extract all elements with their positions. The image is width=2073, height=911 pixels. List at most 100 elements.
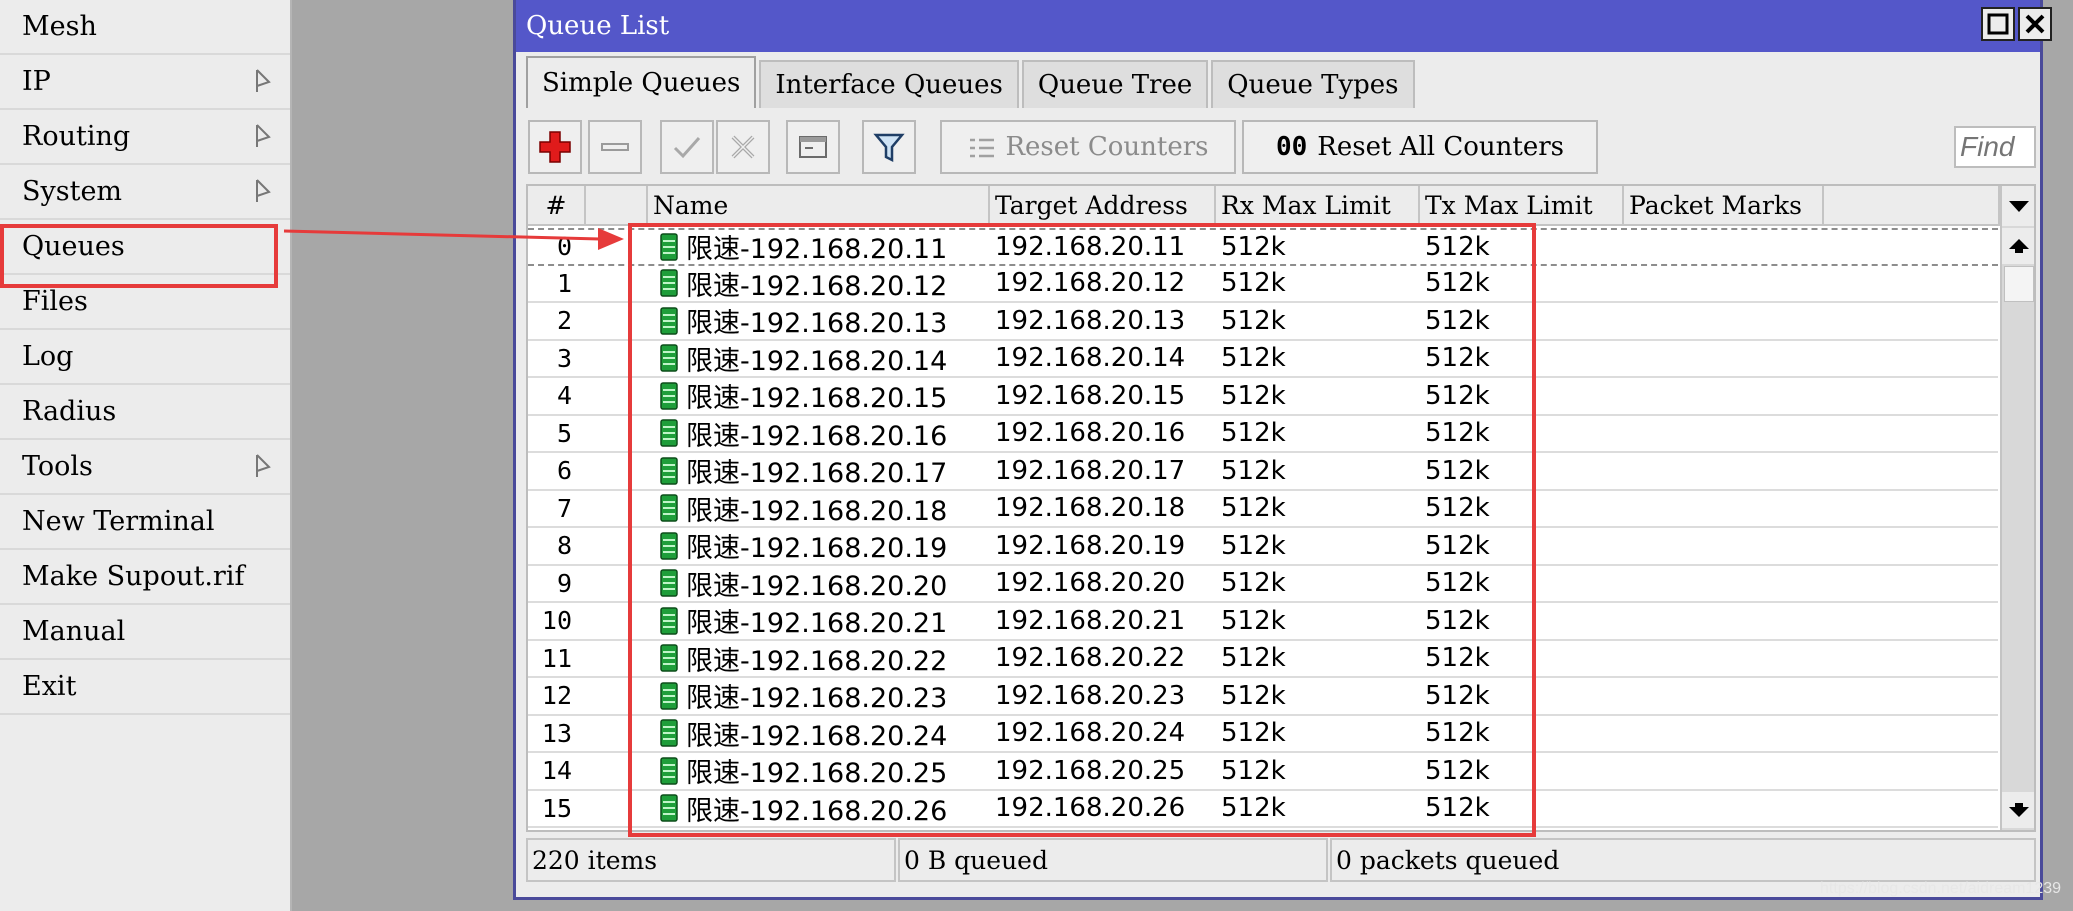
row-number: 8	[556, 531, 572, 561]
check-icon	[673, 137, 701, 159]
row-number: 12	[541, 681, 572, 711]
status-bar: 220 items 0 B queued 0 packets queued	[526, 838, 2036, 882]
remove-button[interactable]	[588, 120, 642, 174]
menu-item-log[interactable]: Log	[0, 330, 290, 385]
scroll-up-button[interactable]	[2002, 228, 2034, 264]
reset-counters-label: Reset Counters	[1005, 132, 1209, 162]
menu-highlight-annotation	[0, 224, 278, 288]
main-menu: Mesh IP Routing System Queues Files Log Radius T…	[0, 0, 292, 911]
arrow-down-icon	[2009, 803, 2029, 817]
row-number: 11	[541, 643, 572, 673]
row-number: 7	[556, 493, 572, 523]
reset-counters-button[interactable]: Reset Counters	[940, 120, 1236, 174]
comment-button[interactable]	[786, 120, 840, 174]
menu-item-tools[interactable]: Tools	[0, 440, 290, 495]
scroll-thumb[interactable]	[2004, 266, 2034, 302]
row-number: 1	[556, 268, 572, 298]
status-item-count: 220 items	[526, 838, 896, 882]
chevron-down-icon	[2009, 201, 2029, 212]
menu-item-label: IP	[22, 66, 51, 97]
enable-button[interactable]	[660, 120, 714, 174]
column-flags-header[interactable]	[586, 186, 648, 226]
menu-item-radius[interactable]: Radius	[0, 385, 290, 440]
window-titlebar[interactable]: Queue List	[516, 0, 2052, 52]
column-rx-max-limit-header[interactable]: Rx Max Limit	[1216, 186, 1420, 226]
menu-item-mesh[interactable]: Mesh	[0, 0, 290, 55]
tab-simple-queues[interactable]: Simple Queues	[526, 56, 757, 108]
row-number: 3	[556, 343, 572, 373]
tab-bar: Simple Queues Interface Queues Queue Tree Q…	[526, 56, 1418, 108]
menu-item-label: System	[22, 176, 123, 207]
row-number: 5	[556, 418, 572, 448]
reset-all-counters-label: Reset All Counters	[1317, 132, 1565, 162]
minus-icon	[601, 143, 629, 151]
row-number: 9	[556, 568, 572, 598]
reset-counters-icon	[970, 138, 995, 158]
menu-item-label: Exit	[22, 671, 77, 702]
vertical-scrollbar[interactable]	[2000, 186, 2034, 830]
row-number: 0	[556, 232, 572, 262]
menu-item-ip[interactable]: IP	[0, 55, 290, 110]
column-number-header[interactable]: #	[528, 186, 586, 226]
menu-item-manual[interactable]: Manual	[0, 605, 290, 660]
column-menu-button[interactable]	[2002, 186, 2034, 226]
watermark: https://blog.csdn.net/aidream1239	[1820, 880, 2062, 897]
arrow-up-icon	[2009, 239, 2029, 253]
submenu-arrow-icon	[256, 179, 271, 202]
row-number: 6	[556, 456, 572, 486]
row-packet-marks	[1629, 753, 1824, 789]
menu-item-exit[interactable]: Exit	[0, 660, 290, 715]
submenu-arrow-icon	[256, 69, 271, 92]
scroll-down-button[interactable]	[2002, 792, 2034, 828]
reset-all-counters-button[interactable]: 00 Reset All Counters	[1242, 120, 1598, 174]
menu-item-new-terminal[interactable]: New Terminal	[0, 495, 290, 550]
menu-item-label: Tools	[22, 451, 93, 482]
row-packet-marks	[1629, 303, 1824, 339]
menu-item-label: Files	[22, 286, 88, 317]
column-empty-header	[1824, 186, 2000, 226]
row-number: 10	[541, 606, 572, 636]
tab-queue-types[interactable]: Queue Types	[1211, 60, 1415, 108]
row-packet-marks	[1629, 603, 1824, 639]
menu-item-label: Log	[22, 341, 74, 372]
menu-item-system[interactable]: System	[0, 165, 290, 220]
find-input[interactable]	[1954, 126, 2036, 168]
filter-button[interactable]	[862, 120, 916, 174]
menu-item-label: New Terminal	[22, 506, 215, 537]
column-tx-max-limit-header[interactable]: Tx Max Limit	[1420, 186, 1624, 226]
row-packet-marks	[1629, 678, 1824, 714]
filter-icon	[873, 133, 905, 163]
row-packet-marks	[1629, 528, 1824, 564]
row-number: 14	[541, 756, 572, 786]
row-number: 2	[556, 306, 572, 336]
menu-item-make-supout-rif[interactable]: Make Supout.rif	[0, 550, 290, 605]
reset-all-counters-icon: 00	[1275, 132, 1308, 162]
disable-button[interactable]	[716, 120, 770, 174]
menu-item-label: Mesh	[22, 11, 97, 42]
row-packet-marks	[1629, 416, 1824, 452]
close-icon	[2025, 14, 2045, 34]
status-bytes-queued: 0 B queued	[898, 838, 1328, 882]
row-packet-marks	[1629, 266, 1824, 302]
menu-item-routing[interactable]: Routing	[0, 110, 290, 165]
row-packet-marks	[1629, 378, 1824, 414]
table-highlight-annotation	[628, 223, 1536, 837]
maximize-icon	[1987, 13, 2009, 35]
tab-interface-queues[interactable]: Interface Queues	[759, 60, 1019, 108]
row-packet-marks	[1629, 453, 1824, 489]
column-name-header[interactable]: Name	[648, 186, 990, 226]
row-packet-marks	[1629, 791, 1824, 827]
row-packet-marks	[1629, 341, 1824, 377]
column-target-address-header[interactable]: Target Address	[990, 186, 1216, 226]
submenu-arrow-icon	[256, 124, 271, 147]
menu-item-label: Manual	[22, 616, 126, 647]
tab-queue-tree[interactable]: Queue Tree	[1021, 60, 1209, 108]
maximize-button[interactable]	[1981, 7, 2015, 41]
status-packets-queued: 0 packets queued	[1330, 838, 2036, 882]
add-button[interactable]	[528, 120, 582, 174]
close-button[interactable]	[2018, 7, 2052, 41]
menu-item-label: Radius	[22, 396, 117, 427]
row-packet-marks	[1629, 491, 1824, 527]
plus-icon	[539, 131, 571, 163]
column-packet-marks-header[interactable]: Packet Marks	[1624, 186, 1824, 226]
